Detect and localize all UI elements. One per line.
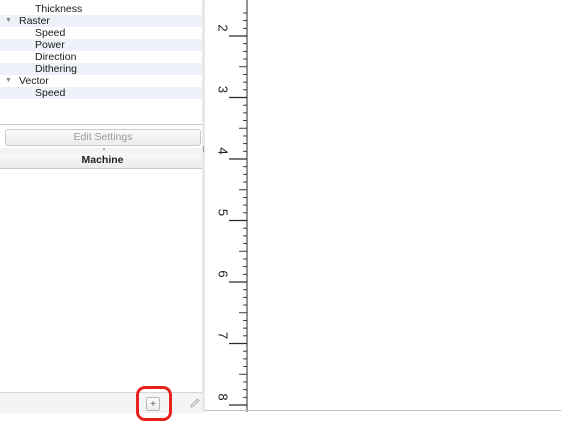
- tree-group-label: Raster: [19, 15, 50, 27]
- ruler-label: 8: [216, 393, 231, 400]
- ruler-label: 7: [216, 332, 231, 339]
- tree-item-speed[interactable]: Speed: [0, 87, 205, 99]
- grip-dot-icon: [103, 148, 105, 150]
- tree-item-speed[interactable]: Speed: [0, 27, 205, 39]
- tree-item-dithering[interactable]: Dithering: [0, 63, 205, 75]
- tree-item-label: Power: [35, 39, 65, 51]
- tree-item-label: Speed: [35, 87, 66, 99]
- tree-item-power[interactable]: Power: [0, 39, 205, 51]
- triangle-down-icon[interactable]: ▼: [5, 75, 12, 87]
- vertical-ruler: 2 3 4 5 6 7 8: [205, 0, 250, 412]
- tree-item-label: Dithering: [35, 63, 78, 75]
- triangle-down-icon[interactable]: ▼: [5, 15, 12, 27]
- ruler-label: 6: [216, 270, 231, 277]
- machine-toolbar: [0, 392, 205, 413]
- ruler-ticks: 2 3 4 5 6 7 8: [216, 0, 248, 412]
- ruler-label: 3: [216, 86, 231, 93]
- edit-settings-button[interactable]: Edit Settings: [5, 129, 201, 146]
- highlight-circle: [136, 386, 172, 421]
- design-canvas[interactable]: [250, 0, 561, 412]
- machine-list[interactable]: [0, 169, 202, 390]
- tree-group-vector[interactable]: ▼ Vector: [0, 75, 205, 87]
- tree-item-direction[interactable]: Direction: [0, 51, 205, 63]
- left-panel: Thickness ▼ Raster Speed Power Direction…: [0, 0, 205, 426]
- canvas-bottom-edge: [205, 410, 561, 411]
- tree-item-label: Thickness: [35, 3, 83, 15]
- pencil-icon[interactable]: [188, 396, 202, 410]
- ruler-label: 4: [216, 147, 231, 154]
- tree-item-label: Speed: [35, 27, 66, 39]
- tree-group-label: Vector: [19, 75, 49, 87]
- divider: [0, 124, 202, 125]
- ruler-label: 5: [216, 209, 231, 216]
- tree-item-label: Direction: [35, 51, 77, 63]
- settings-tree: Thickness ▼ Raster Speed Power Direction…: [0, 0, 205, 124]
- tree-group-raster[interactable]: ▼ Raster: [0, 15, 205, 27]
- ruler-label: 2: [216, 24, 231, 31]
- tree-item-thickness[interactable]: Thickness: [0, 3, 205, 15]
- machine-column-header[interactable]: Machine: [0, 153, 205, 169]
- grip-icon: [203, 146, 204, 152]
